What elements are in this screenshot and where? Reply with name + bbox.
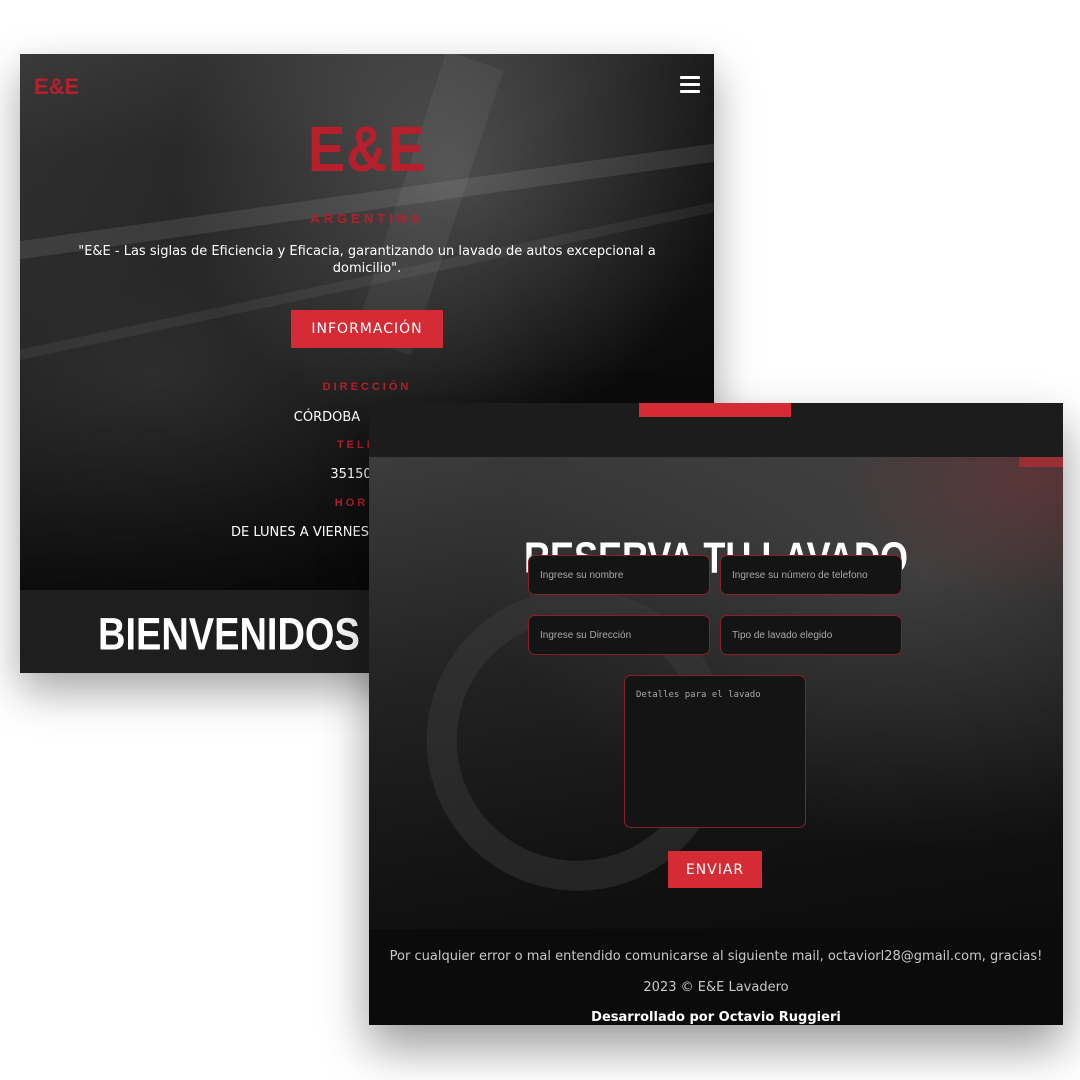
booking-screenshot: RESERVA TU LAVADO ENVIAR Por cualquier e…: [369, 403, 1063, 1025]
partial-button[interactable]: [639, 403, 791, 417]
background-glint: [1019, 457, 1063, 467]
hamburger-menu-icon[interactable]: [680, 76, 700, 94]
footer-copyright: 2023 © E&E Lavadero: [643, 980, 789, 995]
top-strip: [369, 403, 1063, 457]
hero-country: ARGENTINA: [310, 211, 424, 226]
hero-logo: E&E: [307, 112, 427, 185]
address-label: DIRECCIÓN: [322, 381, 412, 393]
send-button[interactable]: ENVIAR: [668, 851, 762, 888]
footer-contact-note: Por cualquier error o mal entendido comu…: [389, 949, 1043, 964]
name-input[interactable]: [528, 555, 710, 595]
details-textarea[interactable]: [624, 675, 806, 828]
wash-type-input[interactable]: [720, 615, 902, 655]
address-input[interactable]: [528, 615, 710, 655]
hero-tagline: "E&E - Las siglas de Eficiencia y Eficac…: [78, 244, 656, 276]
nav-logo[interactable]: E&E: [34, 74, 79, 100]
booking-title: RESERVA TU LAVADO: [523, 532, 909, 582]
phone-input[interactable]: [720, 555, 902, 595]
info-button[interactable]: INFORMACIÓN: [291, 310, 443, 348]
footer: Por cualquier error o mal entendido comu…: [369, 929, 1063, 1025]
footer-credits: Desarrollado por Octavio Ruggieri: [591, 1010, 841, 1025]
